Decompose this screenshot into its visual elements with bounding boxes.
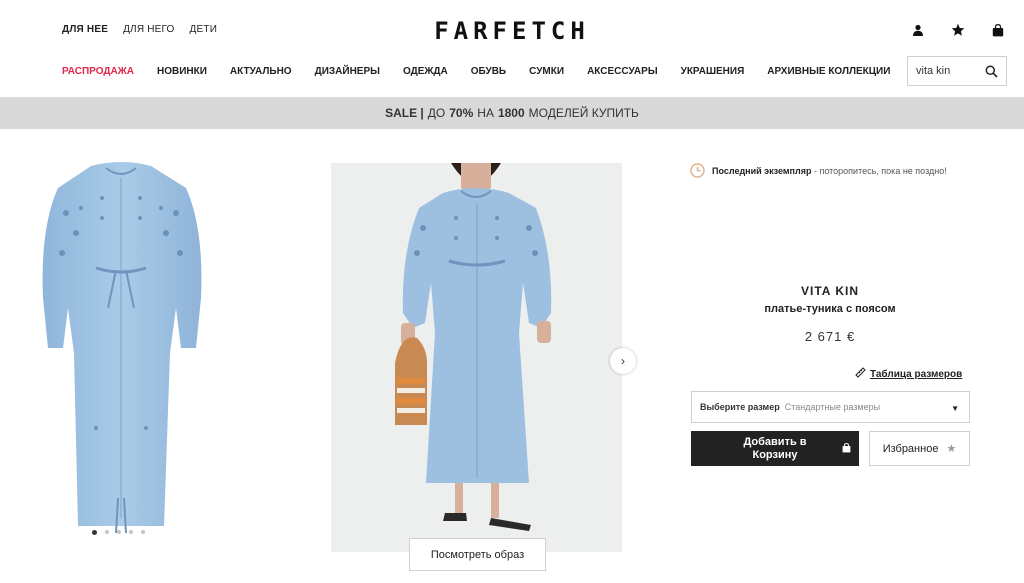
nav-item-designers[interactable]: ДИЗАЙНЕРЫ	[315, 66, 380, 77]
bag-icon	[842, 443, 851, 457]
promo-banner[interactable]: SALE | ДО 70% НА 1800 МОДЕЛЕЙ КУПИТЬ	[0, 97, 1024, 129]
search-input[interactable]	[916, 65, 982, 77]
nav-item-shoes[interactable]: ОБУВЬ	[471, 66, 506, 77]
gallery-dot[interactable]	[92, 530, 97, 535]
add-to-wishlist-button[interactable]: Избранное ★	[869, 431, 970, 466]
size-guide-link[interactable]: Таблица размеров	[855, 367, 962, 381]
gallery-dots	[92, 530, 145, 535]
search-box	[907, 56, 1007, 86]
size-guide-label: Таблица размеров	[870, 368, 963, 380]
size-select-label: Выберите размер	[700, 402, 780, 412]
shop-the-look-button[interactable]: Посмотреть образ	[409, 538, 546, 571]
promo-count: 1800	[497, 106, 525, 120]
nav-item-sale[interactable]: РАСПРОДАЖА	[62, 66, 134, 77]
gallery-dot[interactable]	[117, 530, 121, 534]
main-nav: РАСПРОДАЖА НОВИНКИ АКТУАЛЬНО ДИЗАЙНЕРЫ О…	[62, 66, 890, 77]
header-icons	[910, 22, 1006, 38]
add-to-cart-label-line1: Добавить в	[743, 435, 807, 448]
product-price: 2 671 €	[804, 329, 856, 344]
star-icon: ★	[946, 443, 957, 455]
nav-item-clothing[interactable]: ОДЕЖДА	[403, 66, 448, 77]
clock-icon	[690, 163, 705, 178]
promo-prefix: ДО	[427, 106, 446, 120]
stock-notice-bold: Последний экземпляр	[712, 165, 812, 176]
caret-down-icon: ▼	[951, 404, 959, 413]
size-select[interactable]: Выберите размер Стандартные размеры ▼	[691, 391, 970, 423]
site-logo[interactable]: FARFETCH	[0, 17, 1024, 45]
nav-item-archive[interactable]: АРХИВНЫЕ КОЛЛЕКЦИИ	[767, 66, 890, 77]
ruler-icon	[855, 367, 866, 381]
product-image-model[interactable]	[331, 163, 622, 552]
gallery-next-button[interactable]: ›	[610, 348, 636, 374]
promo-sale: SALE |	[385, 106, 424, 120]
gallery-dot[interactable]	[105, 530, 109, 534]
wishlist-label: Избранное	[882, 442, 939, 455]
search-icon[interactable]	[985, 65, 998, 78]
stock-notice-text: - потоpопитесь, пока не поздно!	[813, 165, 947, 176]
promo-percent: 70%	[449, 106, 474, 120]
stock-notice: Последний экземпляр - потоpопитесь, пока…	[690, 163, 947, 178]
add-to-cart-button[interactable]: Добавить в Корзину	[691, 431, 859, 466]
chevron-right-icon: ›	[621, 354, 625, 368]
size-select-placeholder: Стандартные размеры	[784, 402, 881, 412]
nav-item-bags[interactable]: СУМКИ	[529, 66, 564, 77]
wishlist-star-icon[interactable]	[950, 22, 966, 38]
promo-middle: НА	[477, 106, 494, 120]
product-brand[interactable]: VITA KIN	[690, 284, 970, 298]
nav-item-new[interactable]: НОВИНКИ	[157, 66, 207, 77]
product-name: платье-туника с поясом	[764, 303, 896, 315]
gallery-dot[interactable]	[129, 530, 133, 534]
site-header: ДЛЯ НЕЕ ДЛЯ НЕГО ДЕТИ FARFETCH РАСПРОДАЖ…	[0, 0, 1024, 97]
product-image-flat[interactable]	[36, 158, 206, 534]
nav-item-accessories[interactable]: АКСЕССУАРЫ	[587, 66, 658, 77]
account-icon[interactable]	[910, 22, 926, 38]
nav-item-jewelry[interactable]: УКРАШЕНИЯ	[681, 66, 745, 77]
promo-suffix: МОДЕЛЕЙ КУПИТЬ	[528, 106, 639, 120]
gallery-dot[interactable]	[141, 530, 145, 534]
bag-icon[interactable]	[990, 22, 1006, 38]
nav-item-trending[interactable]: АКТУАЛЬНО	[230, 66, 292, 77]
add-to-cart-label-line2: Корзину	[752, 448, 798, 461]
